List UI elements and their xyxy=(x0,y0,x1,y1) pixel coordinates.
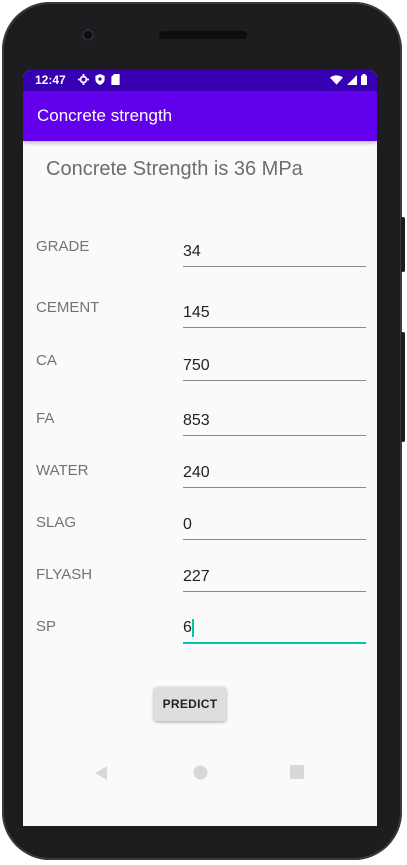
home-icon[interactable] xyxy=(193,765,208,785)
cement-input[interactable] xyxy=(183,299,366,328)
settings-icon xyxy=(78,74,89,88)
predict-button[interactable]: PREDICT xyxy=(154,687,226,721)
sp-label: SP xyxy=(36,618,57,635)
screen: 12:47 Concrete strength Concrete Strengt… xyxy=(23,70,377,826)
recents-icon[interactable] xyxy=(290,765,304,784)
water-input[interactable] xyxy=(183,459,366,488)
ca-label: CA xyxy=(36,352,57,369)
earpiece-speaker xyxy=(159,31,247,39)
shield-icon xyxy=(95,74,105,88)
status-time: 12:47 xyxy=(35,73,66,87)
volume-button xyxy=(401,332,405,442)
signal-icon xyxy=(347,74,357,88)
sd-card-icon xyxy=(111,74,120,88)
app-title: Concrete strength xyxy=(37,106,173,125)
grade-label: GRADE xyxy=(36,238,90,255)
ca-input[interactable] xyxy=(183,352,366,381)
fa-label: FA xyxy=(36,410,55,427)
grade-input[interactable] xyxy=(183,238,366,267)
slag-label: SLAG xyxy=(36,514,77,531)
back-icon[interactable] xyxy=(93,765,109,786)
app-bar: Concrete strength xyxy=(23,91,377,141)
status-bar: 12:47 xyxy=(23,70,377,91)
result-text: Concrete Strength is 36 MPa xyxy=(46,158,303,180)
fa-input[interactable] xyxy=(183,407,366,436)
battery-icon xyxy=(361,74,367,88)
power-button xyxy=(401,217,405,272)
wifi-icon xyxy=(330,74,343,88)
navigation-bar xyxy=(23,755,377,797)
water-label: WATER xyxy=(36,462,89,479)
status-icons-left xyxy=(78,74,120,88)
flyash-input[interactable] xyxy=(183,563,366,592)
text-cursor xyxy=(192,619,194,637)
front-camera xyxy=(82,29,94,41)
sp-input[interactable] xyxy=(183,614,366,644)
slag-input[interactable] xyxy=(183,511,366,540)
flyash-label: FLYASH xyxy=(36,566,93,583)
status-icons-right xyxy=(330,74,367,88)
cement-label: CEMENT xyxy=(36,299,100,316)
